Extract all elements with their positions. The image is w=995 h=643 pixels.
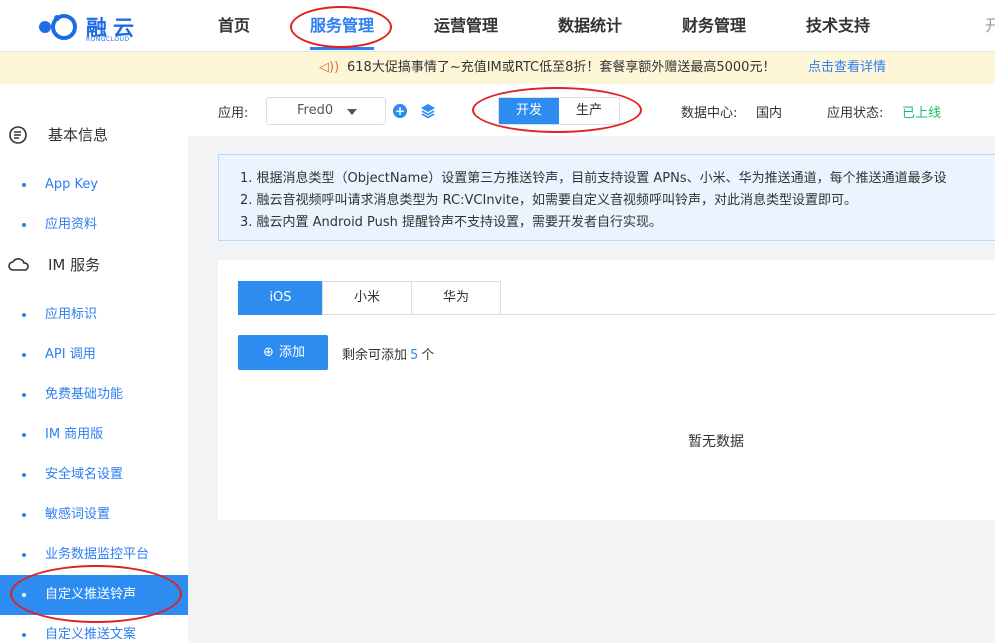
env-dev-button[interactable]: 开发: [499, 98, 559, 124]
info-notice: 1. 根据消息类型（ObjectName）设置第三方推送铃声，目前支持设置 AP…: [218, 154, 995, 241]
sidebar: 基本信息 App Key 应用资料 IM 服务 应用标识 API 调用 免费基础…: [0, 84, 188, 643]
tab-ios[interactable]: iOS: [238, 281, 323, 315]
sidebar-group-label: IM 服务: [48, 256, 101, 274]
app-select[interactable]: Fred0: [266, 97, 386, 125]
sidebar-item-label: App Key: [45, 177, 99, 192]
sidebar-item-label: 免费基础功能: [45, 387, 124, 402]
sidebar-item-app-profile[interactable]: 应用资料: [0, 205, 188, 245]
datacenter-value: 国内: [756, 106, 783, 121]
bullet: [22, 633, 26, 637]
banner-details-link[interactable]: 点击查看详情: [808, 52, 886, 84]
rongcloud-logo[interactable]: 融云 RONGCLOUD: [38, 12, 148, 43]
tab-xiaomi[interactable]: 小米: [322, 281, 412, 315]
sidebar-item-app-identifier[interactable]: 应用标识: [0, 295, 188, 335]
brand-sub: RONGCLOUD: [86, 36, 130, 43]
nav-operations[interactable]: 运营管理: [434, 0, 498, 52]
bullet: [22, 553, 26, 557]
push-sound-card: iOS 小米 华为 ⊕ 添加 剩余可添加 5 个 暂无数据: [218, 260, 995, 520]
nav-tech-support[interactable]: 技术支持: [806, 0, 870, 52]
app-status-label: 应用状态:: [827, 106, 884, 121]
caret-down-icon: [347, 109, 357, 115]
promo-banner: ◁)) 618大促搞事情了~充值IM或RTC低至8折！套餐享额外赠送最高5000…: [0, 52, 995, 84]
add-button-label: 添加: [279, 345, 306, 360]
sidebar-item-label: 业务数据监控平台: [45, 547, 150, 562]
banner-text: 618大促搞事情了~充值IM或RTC低至8折！套餐享额外赠送最高5000元！: [347, 60, 776, 75]
app-status-value: 已上线: [902, 106, 942, 121]
nav-finance[interactable]: 财务管理: [682, 0, 746, 52]
remaining-suffix: 个: [421, 348, 435, 363]
info-list-icon: [9, 126, 27, 144]
plus-circle-icon: ⊕: [263, 345, 274, 360]
app-label: 应用:: [218, 106, 249, 121]
bullet: [22, 313, 26, 317]
sidebar-item-free-basic[interactable]: 免费基础功能: [0, 375, 188, 415]
datacenter-label: 数据中心:: [681, 106, 738, 121]
tab-huawei[interactable]: 华为: [411, 281, 501, 315]
app-select-value: Fred0: [297, 103, 334, 118]
sidebar-item-label: 应用标识: [45, 307, 98, 322]
sidebar-item-label: 应用资料: [45, 217, 98, 232]
sidebar-item-label: 敏感词设置: [45, 507, 111, 522]
sidebar-item-api-calls[interactable]: API 调用: [0, 335, 188, 375]
sidebar-item-app-key[interactable]: App Key: [0, 165, 188, 205]
bullet: [22, 433, 26, 437]
environment-toggle: 开发 生产: [498, 97, 620, 125]
sidebar-item-label: API 调用: [45, 347, 96, 362]
bullet: [22, 223, 26, 227]
sidebar-item-im-commercial[interactable]: IM 商用版: [0, 415, 188, 455]
env-prod-button[interactable]: 生产: [559, 98, 619, 124]
nav-service-management[interactable]: 服务管理: [310, 0, 374, 52]
bullet: [22, 393, 26, 397]
remaining-number: 5: [410, 348, 419, 363]
bullet: [22, 353, 26, 357]
sidebar-item-sensitive-words[interactable]: 敏感词设置: [0, 495, 188, 535]
sidebar-group-basic-info[interactable]: 基本信息: [0, 115, 188, 155]
sidebar-item-custom-push-sound[interactable]: 自定义推送铃声: [0, 575, 188, 615]
sidebar-item-label: 自定义推送文案: [45, 627, 137, 642]
speaker-icon: ◁)): [319, 60, 340, 75]
sidebar-item-label: 安全域名设置: [45, 467, 124, 482]
sidebar-item-safe-domain[interactable]: 安全域名设置: [0, 455, 188, 495]
sidebar-group-im-service[interactable]: IM 服务: [0, 245, 188, 285]
nav-statistics[interactable]: 数据统计: [558, 0, 622, 52]
app-bar: 应用: Fred0 + 开发 生产 数据中心: 国内 应用状态: 已上线: [188, 84, 995, 136]
add-app-icon[interactable]: +: [393, 104, 407, 118]
bullet: [22, 183, 26, 187]
nav-home[interactable]: 首页: [218, 0, 250, 52]
bullet: [22, 513, 26, 517]
sidebar-group-label: 基本信息: [48, 126, 109, 144]
sidebar-item-data-monitor[interactable]: 业务数据监控平台: [0, 535, 188, 575]
remaining-count: 剩余可添加 5 个: [342, 344, 434, 363]
notice-line-1: 1. 根据消息类型（ObjectName）设置第三方推送铃声，目前支持设置 AP…: [240, 171, 947, 186]
notice-line-2: 2. 融云音视频呼叫请求消息类型为 RC:VCInvite，如需要自定义音视频呼…: [240, 193, 857, 208]
logo-mark-icon: [39, 14, 77, 40]
remaining-prefix: 剩余可添加: [342, 348, 408, 363]
nav-truncated[interactable]: 开: [985, 0, 995, 52]
sidebar-item-label: 自定义推送铃声: [45, 587, 137, 602]
add-button[interactable]: ⊕ 添加: [238, 335, 328, 370]
bullet: [22, 473, 26, 477]
bullet: [22, 593, 26, 597]
notice-line-3: 3. 融云内置 Android Push 提醒铃声不支持设置，需要开发者自行实现…: [240, 215, 663, 230]
sidebar-item-custom-push-text[interactable]: 自定义推送文案: [0, 615, 188, 643]
layers-icon[interactable]: [420, 103, 436, 119]
top-nav: 融云 RONGCLOUD 首页 服务管理 运营管理 数据统计 财务管理 技术支持…: [0, 0, 995, 52]
nav-active-underline: [310, 47, 374, 50]
sidebar-item-label: IM 商用版: [45, 427, 104, 442]
empty-state: 暂无数据: [688, 434, 744, 450]
cloud-icon: [8, 258, 29, 271]
